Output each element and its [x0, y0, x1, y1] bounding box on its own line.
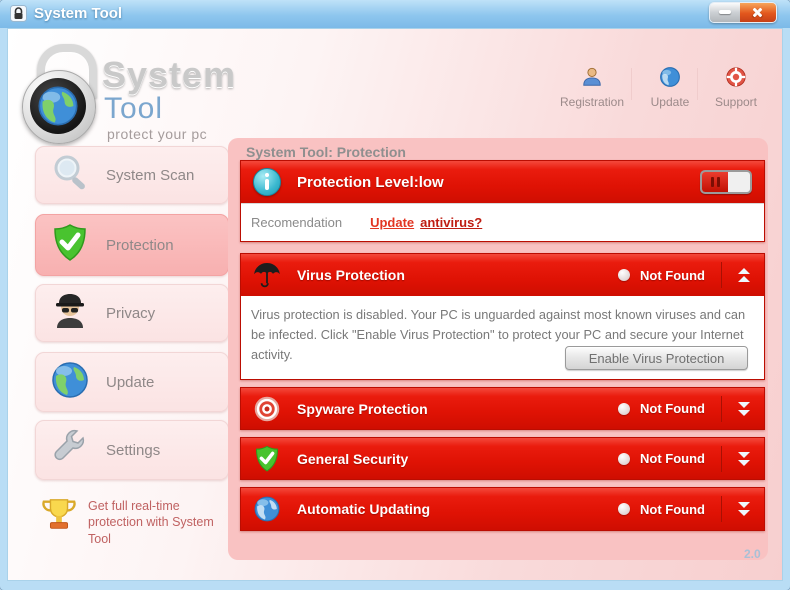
nav-label: Registration: [559, 95, 625, 109]
enable-virus-protection-button[interactable]: Enable Virus Protection: [565, 346, 748, 370]
brand-tagline: protect your pc: [107, 126, 208, 142]
status-badge: Not Found: [640, 451, 705, 466]
brand-name-bottom: Tool: [104, 92, 164, 125]
shield-check-icon: [50, 223, 90, 268]
nav-label: Update: [650, 95, 690, 109]
antivirus-link[interactable]: antivirus?: [420, 215, 482, 230]
status-badge: Not Found: [640, 501, 705, 517]
chevron-up-icon[interactable]: [736, 266, 752, 284]
app-window: System Tool System Tool protect your pc …: [0, 0, 790, 590]
window-controls: [709, 2, 777, 23]
sidebar-item-label: Privacy: [106, 304, 156, 322]
update-link[interactable]: Update: [370, 215, 414, 230]
section-title: General Security: [297, 450, 409, 467]
sidebar-item-label: System Scan: [106, 166, 195, 184]
nav-update[interactable]: Update: [635, 66, 705, 109]
pause-icon: [702, 172, 728, 192]
status-dot-icon: [618, 452, 631, 465]
spy-icon: [50, 291, 90, 336]
sidebar-item-label: Protection: [106, 236, 174, 254]
chevron-down-icon[interactable]: [736, 450, 752, 468]
section-header[interactable]: Automatic Updating Not Found: [241, 488, 764, 530]
nav-registration[interactable]: Registration: [557, 66, 627, 109]
section-header[interactable]: Spyware Protection Not Found: [241, 388, 764, 429]
section-virus-protection: Virus Protection Not Found Virus protect…: [240, 253, 765, 380]
promo-banner: Get full real-time protection with Syste…: [40, 494, 232, 547]
status-dot-icon: [618, 269, 631, 281]
close-button[interactable]: [740, 3, 776, 22]
protection-toggle[interactable]: [700, 170, 752, 194]
wrench-icon: [50, 428, 90, 473]
brand-name-top: System: [102, 54, 237, 95]
sidebar-item-update[interactable]: Update: [35, 352, 229, 412]
lifering-icon: [725, 66, 747, 91]
status-badge: Not Found: [640, 401, 705, 416]
section-header[interactable]: Virus Protection Not Found: [241, 254, 764, 296]
magnifier-icon: [50, 153, 90, 198]
globe-icon: [659, 66, 681, 91]
promo-text: Get full real-time protection with Syste…: [88, 499, 214, 546]
info-icon: [253, 168, 281, 196]
sidebar-item-label: Settings: [106, 441, 161, 459]
umbrella-icon: [251, 260, 283, 290]
page-title: System Tool: Protection: [246, 144, 406, 160]
status-dot-icon: [618, 402, 631, 415]
app-logo-lock-icon: [20, 42, 106, 144]
nav-support[interactable]: Support: [701, 66, 771, 109]
nav-divider: [631, 68, 632, 100]
section-title: Spyware Protection: [297, 400, 428, 417]
shield-check-icon: [251, 445, 283, 473]
section-spyware-protection: Spyware Protection Not Found: [240, 387, 765, 430]
sidebar-item-system-scan[interactable]: System Scan: [35, 146, 229, 204]
titlebar[interactable]: System Tool: [0, 0, 790, 28]
section-automatic-updating: Automatic Updating Not Found: [240, 487, 765, 531]
section-header[interactable]: General Security Not Found: [241, 438, 764, 479]
protection-level-label: Protection Level:low: [297, 173, 444, 191]
section-title: Automatic Updating: [297, 501, 430, 517]
protection-level-block: Protection Level:low Recomendation Updat…: [240, 160, 765, 242]
nav-label: Support: [714, 95, 758, 109]
sidebar-item-privacy[interactable]: Privacy: [35, 284, 229, 342]
sidebar-item-protection[interactable]: Protection: [35, 214, 229, 276]
protection-level-header: Protection Level:low: [241, 161, 764, 203]
chevron-down-icon[interactable]: [736, 400, 752, 418]
target-icon: [251, 395, 283, 423]
sidebar-item-settings[interactable]: Settings: [35, 420, 229, 480]
app-lock-icon: [10, 5, 27, 27]
recommendation-row: Recomendation Update antivirus?: [241, 203, 764, 241]
sidebar-item-label: Update: [106, 373, 155, 391]
trophy-icon: [40, 494, 78, 547]
version-label: 2.0: [744, 547, 761, 561]
minimize-button[interactable]: [710, 3, 740, 22]
status-dot-icon: [618, 503, 631, 515]
globe-icon: [251, 495, 283, 523]
logo-globe-icon: [36, 84, 80, 133]
section-title: Virus Protection: [297, 267, 405, 283]
nav-divider: [697, 68, 698, 100]
recommendation-label: Recomendation: [251, 215, 343, 230]
person-icon: [581, 66, 603, 91]
status-badge: Not Found: [640, 267, 705, 283]
section-body: Virus protection is disabled. Your PC is…: [241, 296, 764, 379]
section-general-security: General Security Not Found: [240, 437, 765, 480]
chevron-down-icon[interactable]: [736, 500, 752, 518]
globe-icon: [50, 360, 90, 405]
window-title: System Tool: [34, 5, 123, 22]
